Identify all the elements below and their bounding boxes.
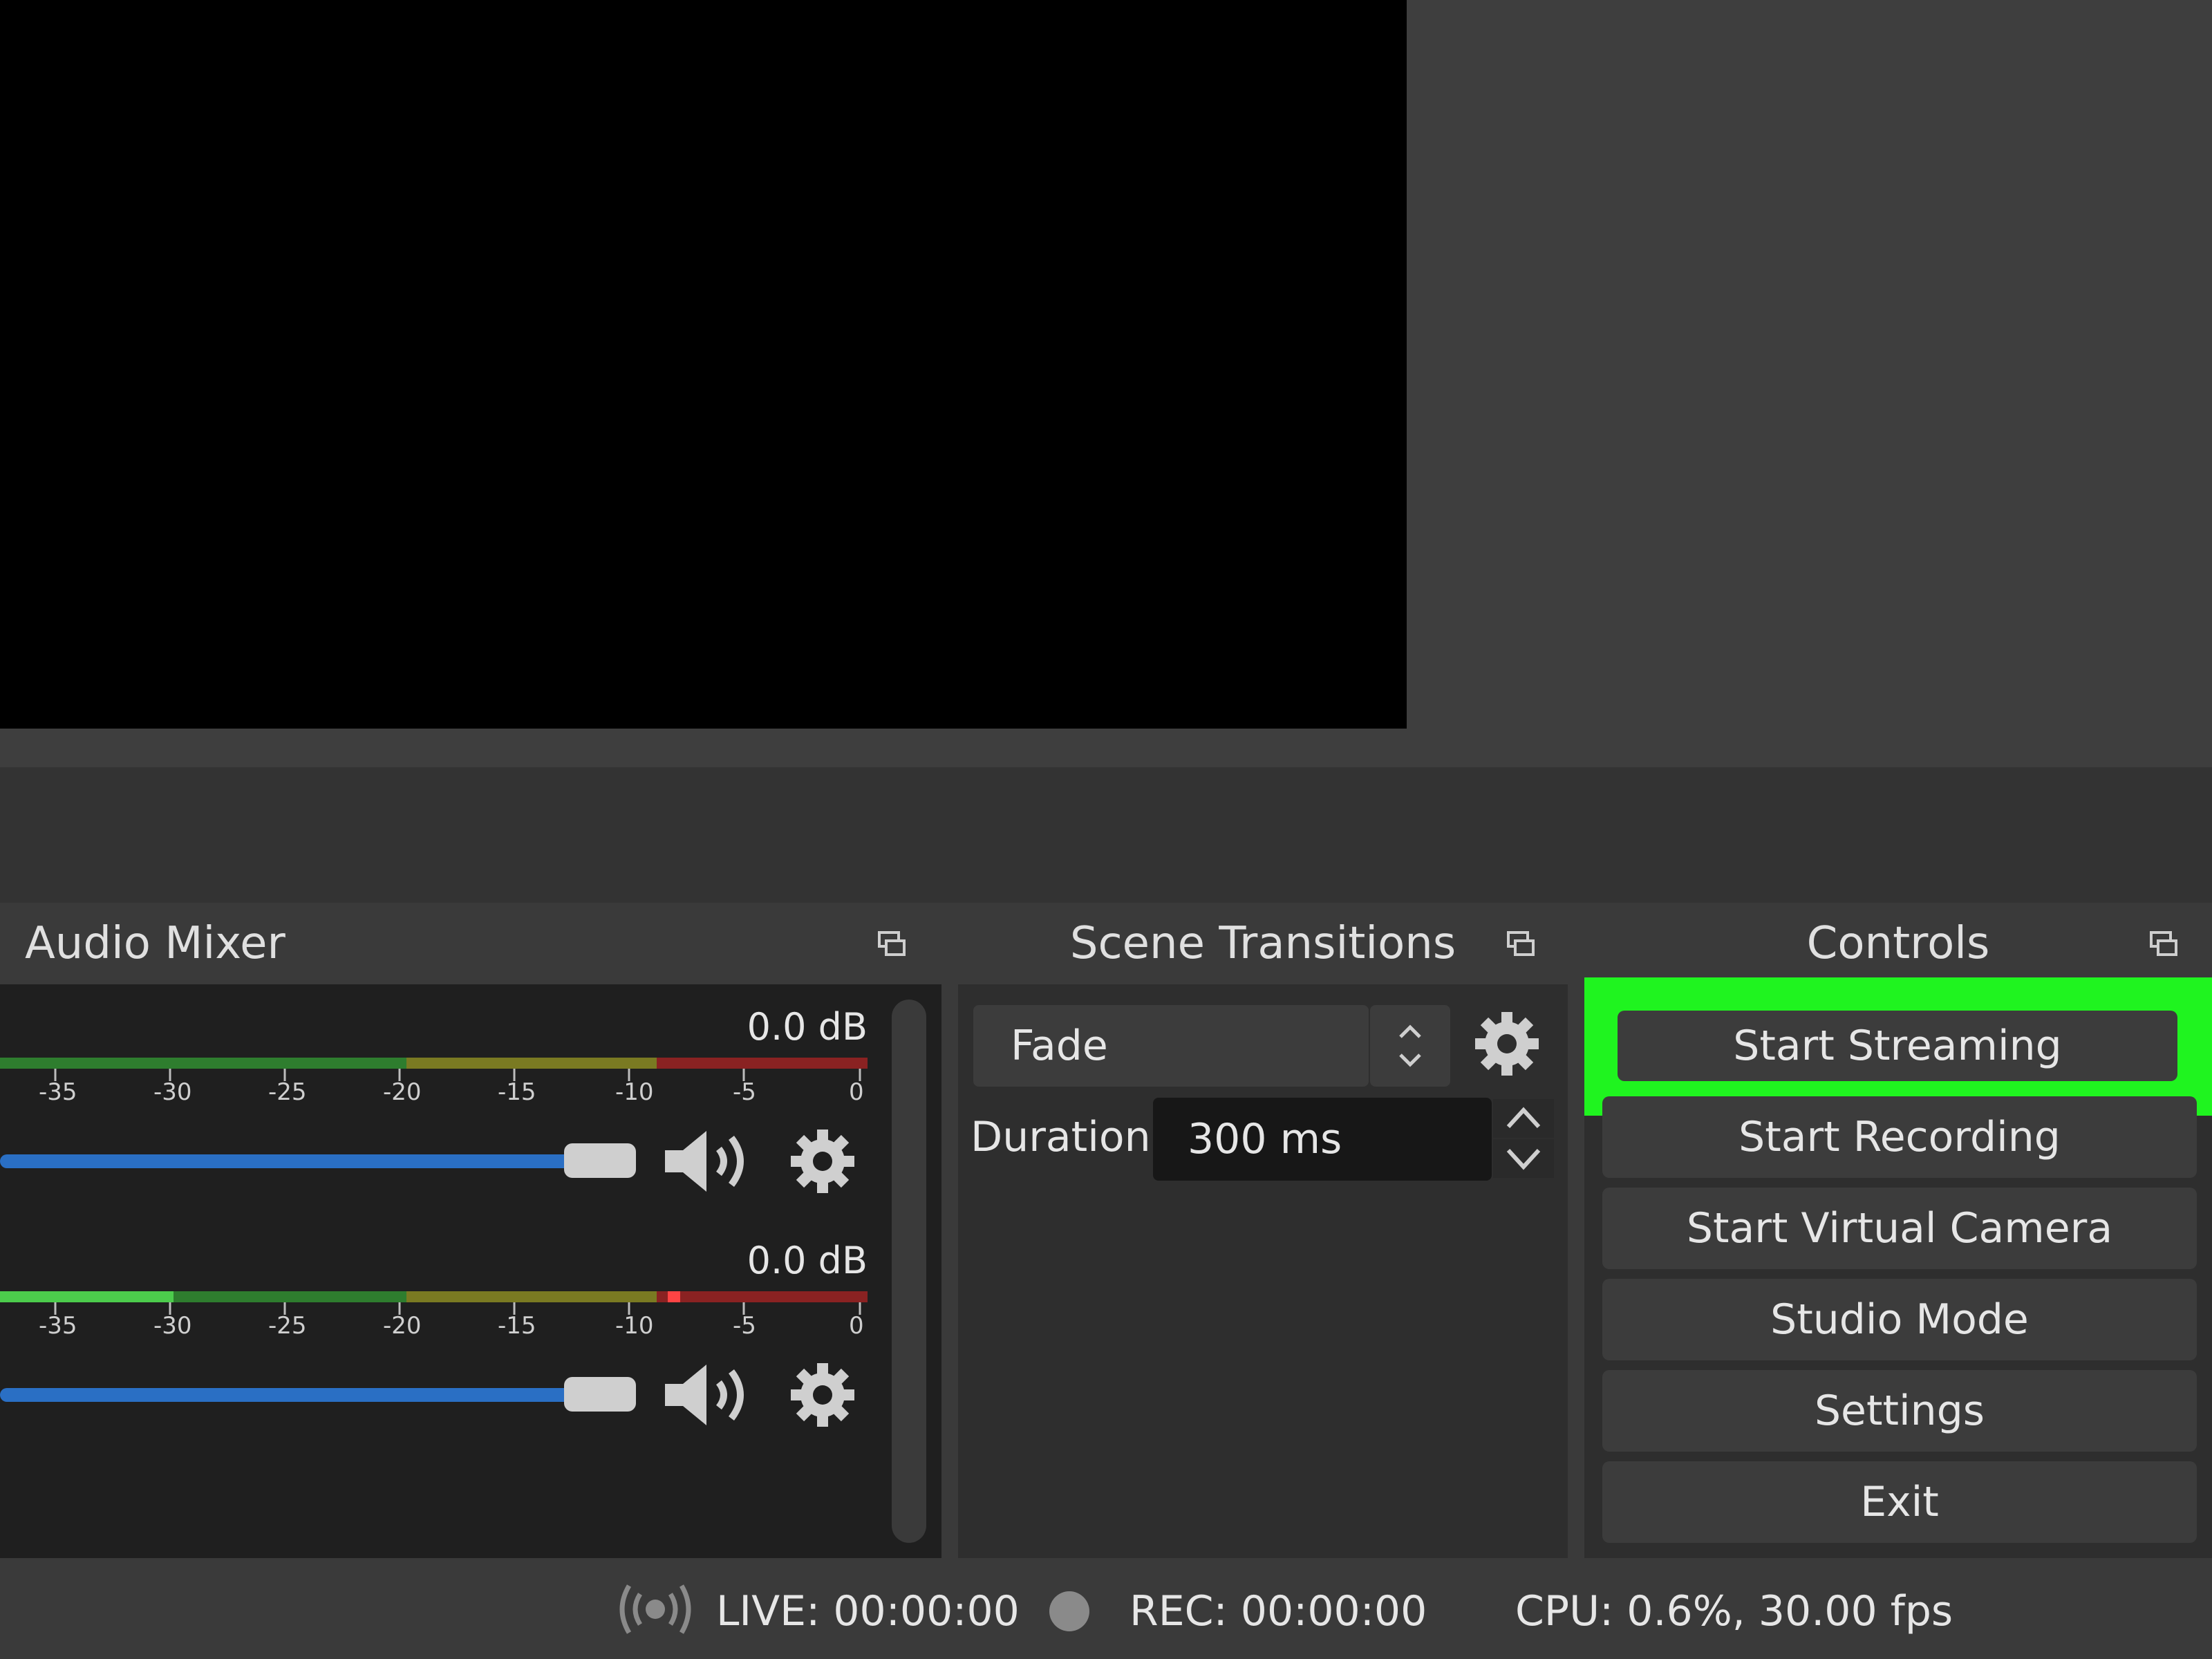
rec-timer: REC: 00:00:00: [1130, 1587, 1427, 1635]
duration-value: 300 ms: [1188, 1115, 1342, 1163]
tick-label: -30: [153, 1312, 192, 1340]
tick-label: -10: [615, 1312, 654, 1340]
channel-2-meter: [0, 1291, 868, 1302]
channel-2-slider-handle[interactable]: [564, 1377, 636, 1412]
speaker-icon[interactable]: [662, 1127, 755, 1196]
audio-mixer-title: Audio Mixer: [25, 918, 285, 969]
gear-icon[interactable]: [788, 1127, 857, 1196]
channel-2-volume-slider[interactable]: [0, 1388, 581, 1402]
audio-mixer-title-bar: Audio Mixer: [0, 903, 941, 984]
tick-label: -35: [39, 1078, 77, 1106]
transition-select-value: Fade: [1011, 1022, 1108, 1070]
tick-label: -5: [733, 1312, 756, 1340]
tick-label: -30: [153, 1078, 192, 1106]
record-dot-icon: [1049, 1591, 1089, 1631]
tick-label: -20: [383, 1078, 422, 1106]
channel-1-slider-handle[interactable]: [564, 1143, 636, 1178]
settings-button[interactable]: Settings: [1602, 1370, 2197, 1452]
tick-label: 0: [849, 1078, 864, 1106]
tick-label: -35: [39, 1312, 77, 1340]
audio-mixer-scrollbar[interactable]: [892, 1000, 926, 1543]
tick-label: -15: [498, 1312, 536, 1340]
duration-decrease-button[interactable]: [1493, 1139, 1554, 1178]
scene-transitions-title-bar: Scene Transitions: [958, 903, 1568, 984]
undock-icon[interactable]: [877, 930, 907, 957]
start-virtual-camera-button[interactable]: Start Virtual Camera: [1602, 1188, 2197, 1269]
undock-icon[interactable]: [2148, 930, 2179, 957]
duration-label: Duration: [971, 1113, 1151, 1161]
broadcast-icon: [615, 1582, 695, 1637]
controls-title-bar: Controls: [1584, 903, 2212, 984]
transition-select-arrows[interactable]: [1370, 1005, 1450, 1087]
tick-label: -5: [733, 1078, 756, 1106]
cpu-fps: CPU: 0.6%, 30.00 fps: [1515, 1587, 1953, 1635]
channel-1-meter: [0, 1058, 868, 1069]
start-recording-button[interactable]: Start Recording: [1602, 1096, 2197, 1178]
channel-2-peak: [668, 1291, 680, 1302]
studio-mode-button[interactable]: Studio Mode: [1602, 1279, 2197, 1360]
controls-title: Controls: [1806, 918, 1990, 969]
undock-icon[interactable]: [1506, 930, 1536, 957]
tick-label: -20: [383, 1312, 422, 1340]
chevron-down-icon: [1506, 1148, 1541, 1170]
channel-1-tick-labels: -35 -30 -25 -20 -15 -10 -5 0: [0, 1078, 868, 1113]
gear-icon[interactable]: [1472, 1009, 1541, 1078]
channel-2-level-fill: [0, 1291, 174, 1302]
chevron-updown-icon: [1399, 1024, 1421, 1067]
live-timer: LIVE: 00:00:00: [716, 1587, 1020, 1635]
channel-1-db: 0.0 dB: [747, 1005, 868, 1049]
tick-label: 0: [849, 1312, 864, 1340]
speaker-icon[interactable]: [662, 1360, 755, 1430]
preview-canvas[interactable]: [0, 0, 1407, 729]
dock-separator: [0, 767, 2212, 903]
chevron-up-icon: [1506, 1107, 1541, 1129]
gear-icon[interactable]: [788, 1360, 857, 1430]
tick-label: -10: [615, 1078, 654, 1106]
channel-1-volume-slider[interactable]: [0, 1154, 581, 1168]
transition-select[interactable]: Fade: [973, 1005, 1369, 1087]
tick-label: -15: [498, 1078, 536, 1106]
channel-2-tick-labels: -35 -30 -25 -20 -15 -10 -5 0: [0, 1312, 868, 1347]
tick-label: -25: [268, 1078, 307, 1106]
scene-transitions-title: Scene Transitions: [1069, 918, 1456, 969]
duration-increase-button[interactable]: [1493, 1099, 1554, 1138]
duration-input[interactable]: 300 ms: [1153, 1098, 1492, 1181]
tick-label: -25: [268, 1312, 307, 1340]
start-streaming-button[interactable]: Start Streaming: [1618, 1011, 2177, 1081]
channel-2-db: 0.0 dB: [747, 1239, 868, 1282]
exit-button[interactable]: Exit: [1602, 1461, 2197, 1543]
